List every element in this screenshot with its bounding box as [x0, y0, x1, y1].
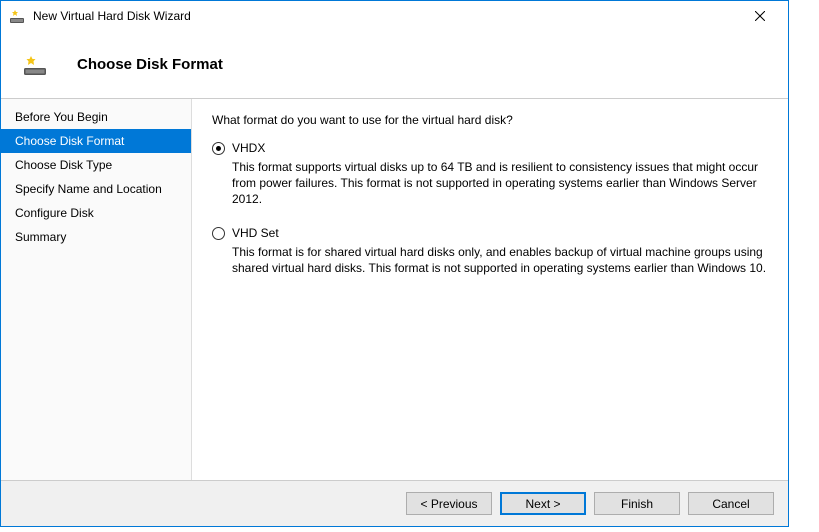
radio-option-vhd-set[interactable]: VHD Set: [212, 226, 768, 240]
footer-buttons: < Previous Next > Finish Cancel: [1, 480, 788, 526]
prompt-text: What format do you want to use for the v…: [212, 113, 768, 127]
finish-button[interactable]: Finish: [594, 492, 680, 515]
radio-label: VHDX: [232, 141, 265, 155]
previous-button[interactable]: < Previous: [406, 492, 492, 515]
page-title: Choose Disk Format: [77, 56, 223, 73]
close-button[interactable]: [740, 2, 780, 30]
next-button[interactable]: Next >: [500, 492, 586, 515]
window-title: New Virtual Hard Disk Wizard: [33, 9, 740, 23]
body-section: Before You Begin Choose Disk Format Choo…: [1, 99, 788, 480]
wizard-window: New Virtual Hard Disk Wizard Choose Disk…: [0, 0, 789, 527]
cancel-button[interactable]: Cancel: [688, 492, 774, 515]
option-description-vhd-set: This format is for shared virtual hard d…: [232, 244, 768, 276]
sidebar-item-choose-disk-type[interactable]: Choose Disk Type: [1, 153, 191, 177]
sidebar-item-before-you-begin[interactable]: Before You Begin: [1, 105, 191, 129]
titlebar: New Virtual Hard Disk Wizard: [1, 1, 788, 31]
sidebar-item-summary[interactable]: Summary: [1, 225, 191, 249]
radio-option-vhdx[interactable]: VHDX: [212, 141, 768, 155]
radio-indicator-icon: [212, 142, 225, 155]
sidebar-item-choose-disk-format[interactable]: Choose Disk Format: [1, 129, 191, 153]
sidebar-item-configure-disk[interactable]: Configure Disk: [1, 201, 191, 225]
disk-wizard-header-icon: [23, 53, 47, 77]
radio-label: VHD Set: [232, 226, 279, 240]
disk-wizard-icon: [9, 8, 25, 24]
close-icon: [755, 11, 765, 21]
sidebar-item-specify-name-location[interactable]: Specify Name and Location: [1, 177, 191, 201]
radio-indicator-icon: [212, 227, 225, 240]
option-description-vhdx: This format supports virtual disks up to…: [232, 159, 768, 208]
wizard-steps-sidebar: Before You Begin Choose Disk Format Choo…: [1, 99, 192, 480]
header-section: Choose Disk Format: [1, 31, 788, 99]
content-pane: What format do you want to use for the v…: [192, 99, 788, 480]
